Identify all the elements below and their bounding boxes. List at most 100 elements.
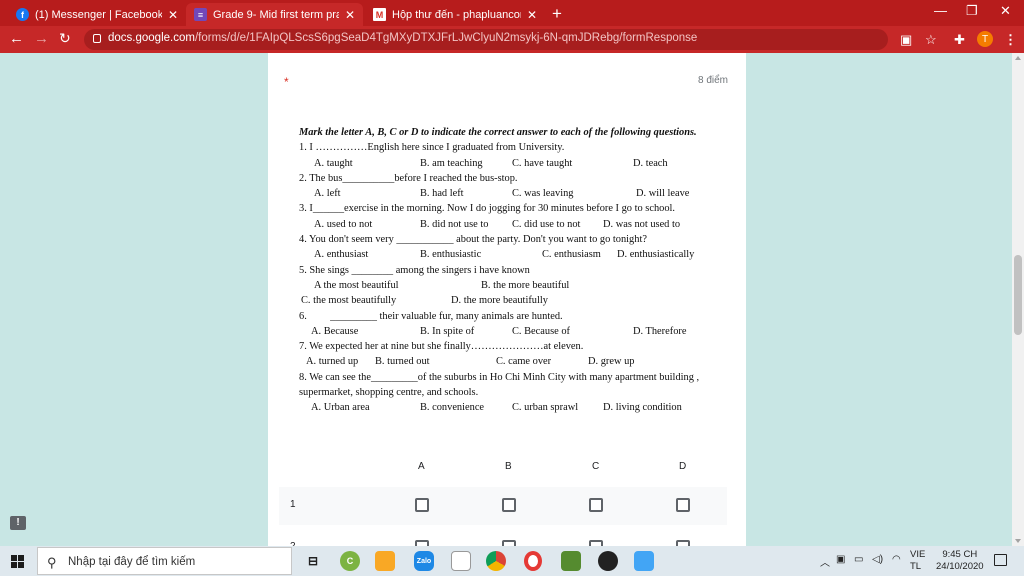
stem-text: 4. You don't seem very ___________ about… [299,234,647,246]
stem-text: 6. _________ their valuable fur, many an… [299,310,563,322]
option-text: B. turned out [375,356,430,368]
address-bar[interactable]: docs.google.com/forms/d/e/1FAIpQLScsS6pg… [84,29,888,50]
back-icon[interactable]: ← [9,30,24,47]
ccleaner-icon[interactable]: C [340,551,360,571]
new-tab-button[interactable]: + [552,4,562,24]
stem-text: 3. I______exercise in the morning. Now I… [299,203,676,215]
option-text: B. convenience [420,402,485,414]
option-text: A the most beautiful [314,279,399,291]
question-options: C. the most beautifully D. the more beau… [299,293,719,308]
option-text: A. Urban area [311,402,370,414]
grid-row-label: 1 [290,499,296,510]
option-text: C. enthusiasm [542,249,601,261]
grid-column-header: D [679,461,687,472]
option-text: A. left [314,188,341,200]
taskbar-clock[interactable]: 9:45 CH 24/10/2020 [936,549,984,573]
question-stem: 5. She sings ________ among the singers … [299,263,719,278]
restore-icon[interactable]: ❐ [966,3,978,19]
option-text: A. turned up [306,356,359,368]
bookmark-star-icon[interactable]: ☆ [925,32,937,48]
url-host: docs.google.com [108,32,195,44]
search-placeholder: Nhập tại đây để tìm kiếm [68,556,196,568]
question-card: * 8 điểm Mark the letter A, B, C or D to… [268,53,746,546]
option-text: D. will leave [636,188,690,200]
scrollbar-thumb[interactable] [1014,255,1022,335]
close-icon[interactable]: ✕ [168,8,178,22]
minimize-icon[interactable]: — [934,3,947,18]
scroll-up-icon[interactable] [1015,56,1021,60]
feedback-icon[interactable]: ! [10,516,26,530]
zalo-icon[interactable]: Zalo [414,551,434,571]
lock-icon [93,34,101,43]
vertical-scrollbar[interactable] [1012,53,1024,546]
option-text: A. enthusiast [314,249,369,261]
close-icon[interactable]: ✕ [345,8,355,22]
battery-icon[interactable]: ▭ [854,554,863,565]
question-options: A the most beautiful B. the more beautif… [299,278,719,293]
notepad-icon[interactable] [451,551,471,571]
stem-text: 7. We expected her at nine but she final… [299,341,584,353]
window-close-icon[interactable]: ✕ [1000,3,1011,19]
question-options: A. Urban area B. convenience C. urban sp… [299,400,719,415]
stem-text: 1. I ……………English here since I graduated… [299,142,565,154]
extensions-icon[interactable]: ✚ [954,32,965,48]
tab-google-form[interactable]: ≡ Grade 9- Mid first term practice 2 ✕ [186,3,363,26]
reload-icon[interactable]: ↻ [59,30,71,47]
tab-messenger[interactable]: f (1) Messenger | Facebook ✕ [8,3,186,26]
question-stem: 3. I______exercise in the morning. Now I… [299,201,719,216]
facebook-icon: f [16,8,29,21]
option-text: A. taught [314,157,353,169]
url-path: /forms/d/e/1FAIpQLScsS6pgSeaD4TgMXyDTXJF… [194,32,698,44]
stem-text: 5. She sings ________ among the singers … [299,264,530,276]
option-text: B. In spite of [420,325,475,337]
checkbox-b[interactable] [502,498,516,512]
option-text: B. did not use to [420,218,489,230]
windows-start-icon[interactable] [11,555,24,568]
question-stem: 7. We expected her at nine but she final… [299,339,719,354]
tab-gmail[interactable]: M Hộp thư đến - phapluancon@gmail.com ✕ [365,3,545,26]
game-icon[interactable] [561,551,581,571]
chrome-icon[interactable] [486,551,506,571]
profile-avatar[interactable]: T [977,31,993,47]
notification-icon[interactable] [994,554,1007,566]
translate-icon[interactable]: ▣ [900,32,912,48]
close-icon[interactable]: ✕ [527,8,537,22]
grid-column-header: C [592,461,600,472]
taskbar-search-box[interactable]: ⚲ Nhập tại đây để tìm kiếm [37,547,292,575]
question-options: A. Because B. In spite of C. Because of … [299,324,719,339]
volume-icon[interactable]: ◁) [872,554,883,565]
tab-title: Hộp thư đến - phapluancon@gmail.com [392,8,521,21]
tray-app-icon[interactable]: ▣ [836,554,845,565]
question-stem: 4. You don't seem very ___________ about… [299,232,719,247]
grid-row: 1 [279,487,727,525]
language-indicator[interactable]: VIE TL [910,549,925,573]
wifi-icon[interactable]: ◠ [892,554,901,565]
question-stem: 6. _________ their valuable fur, many an… [299,309,719,324]
opera-icon[interactable] [524,551,542,571]
task-view-icon[interactable]: ⊟ [303,551,323,571]
option-text: B. am teaching [420,157,483,169]
question-options: A. used to not B. did not use to C. did … [299,217,719,232]
question-stem: 2. The bus__________before I reached the… [299,171,719,186]
question-options: A. turned up B. turned out C. came over … [299,354,719,369]
option-text: C. came over [496,356,552,368]
google-forms-icon: ≡ [194,8,207,21]
scroll-down-icon[interactable] [1015,539,1021,543]
tray-chevron-icon[interactable]: ︿ [820,554,830,569]
obs-icon[interactable] [598,551,618,571]
gmail-icon: M [373,8,386,21]
option-text: D. teach [633,157,668,169]
checkbox-c[interactable] [589,498,603,512]
forward-icon[interactable]: → [34,30,49,47]
question-stem: 1. I ……………English here since I graduated… [299,140,719,155]
tab-title: Grade 9- Mid first term practice 2 [213,8,339,21]
file-explorer-icon[interactable] [375,551,395,571]
option-text: D. was not used to [603,218,681,230]
question-options: A. taught B. am teaching C. have taught … [299,156,719,171]
checkbox-d[interactable] [676,498,690,512]
checkbox-a[interactable] [415,498,429,512]
menu-kebab-icon[interactable]: ⋮ [1004,32,1017,48]
snip-icon[interactable] [634,551,654,571]
option-text: B. had left [420,188,464,200]
grid-column-header: A [418,461,425,472]
